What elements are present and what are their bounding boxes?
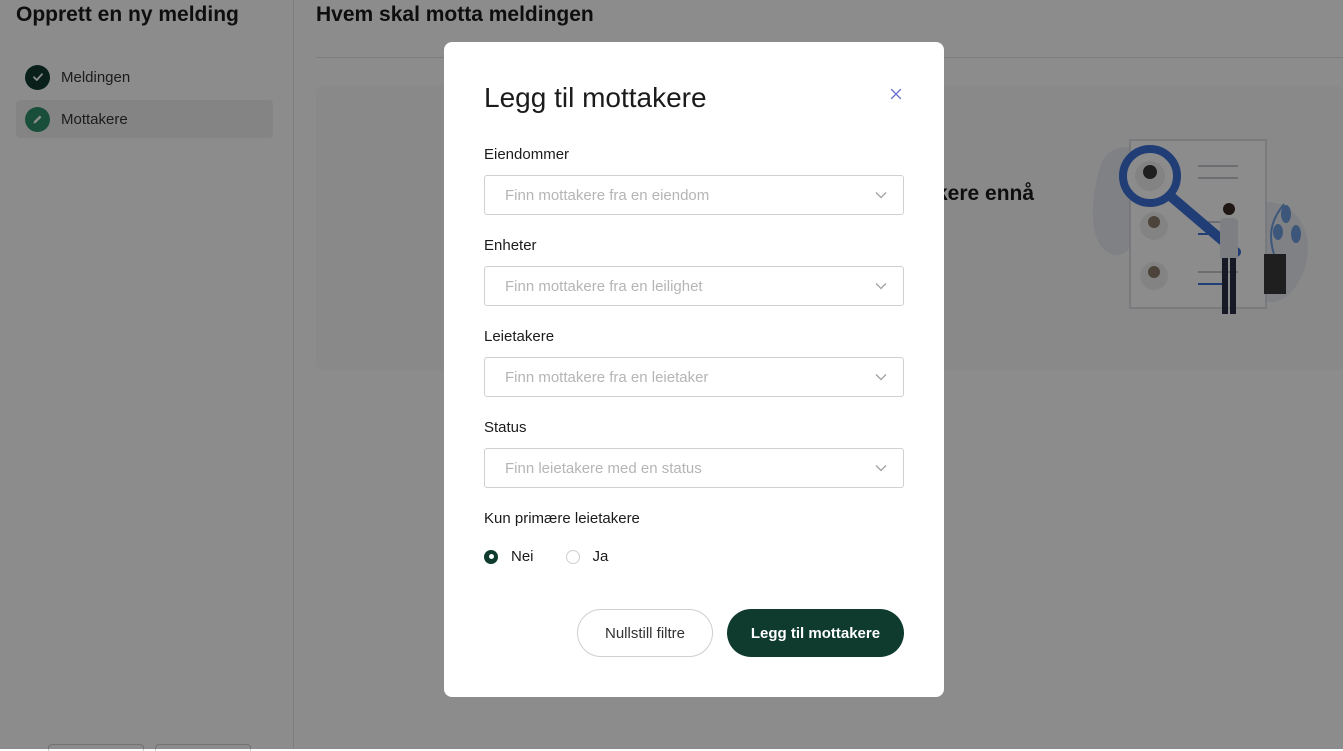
chevron-down-icon: [875, 371, 887, 383]
radio-checked-icon: [484, 549, 498, 564]
radio-nei[interactable]: Nei: [484, 548, 534, 565]
chevron-down-icon: [875, 189, 887, 201]
reset-filters-button[interactable]: Nullstill filtre: [577, 609, 713, 657]
add-recipients-dialog: Legg til mottakere Eiendommer Finn motta…: [444, 42, 944, 697]
close-button[interactable]: [884, 82, 908, 106]
chevron-down-icon: [875, 280, 887, 292]
leietakere-label: Leietakere: [484, 328, 555, 345]
select-placeholder: Finn leietakere med en status: [505, 459, 702, 477]
eiendommer-select[interactable]: Finn mottakere fra en eiendom: [484, 175, 904, 215]
leietakere-select[interactable]: Finn mottakere fra en leietaker: [484, 357, 904, 397]
status-select[interactable]: Finn leietakere med en status: [484, 448, 904, 488]
enheter-select[interactable]: Finn mottakere fra en leilighet: [484, 266, 904, 306]
select-placeholder: Finn mottakere fra en leilighet: [505, 277, 703, 295]
eiendommer-label: Eiendommer: [484, 146, 570, 163]
primary-tenants-radio-group: Nei Ja: [484, 548, 640, 565]
add-recipients-button[interactable]: Legg til mottakere: [727, 609, 904, 657]
radio-ja[interactable]: Ja: [565, 548, 609, 565]
chevron-down-icon: [875, 462, 887, 474]
enheter-label: Enheter: [484, 237, 537, 254]
status-label: Status: [484, 419, 527, 436]
dialog-title: Legg til mottakere: [484, 82, 707, 113]
radio-unchecked-icon: [565, 549, 580, 564]
select-placeholder: Finn mottakere fra en leietaker: [505, 368, 709, 386]
primary-tenants-label: Kun primære leietakere: [484, 510, 640, 527]
close-icon: [890, 88, 902, 100]
radio-label: Ja: [592, 548, 609, 565]
select-placeholder: Finn mottakere fra en eiendom: [505, 186, 710, 204]
radio-label: Nei: [511, 548, 534, 565]
